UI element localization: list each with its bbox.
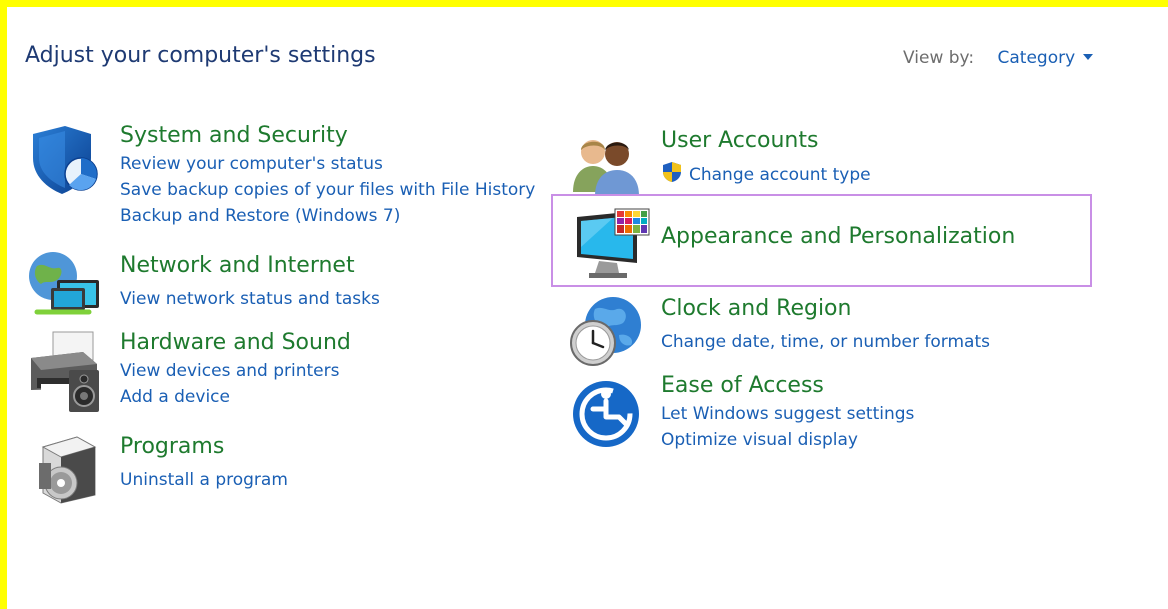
category-ease-of-access: Ease of Access Let Windows suggest setti… bbox=[661, 371, 914, 453]
category-system-security: System and Security Review your computer… bbox=[120, 121, 535, 229]
link-network-status[interactable]: View network status and tasks bbox=[120, 286, 380, 312]
link-backup-restore[interactable]: Backup and Restore (Windows 7) bbox=[120, 203, 535, 229]
link-devices-printers[interactable]: View devices and printers bbox=[120, 358, 351, 384]
category-programs: Programs Uninstall a program bbox=[120, 432, 288, 493]
ease-of-access-title[interactable]: Ease of Access bbox=[661, 371, 914, 401]
hardware-sound-title[interactable]: Hardware and Sound bbox=[120, 328, 351, 358]
link-date-time-formats[interactable]: Change date, time, or number formats bbox=[661, 329, 990, 355]
ease-of-access-icon[interactable] bbox=[571, 379, 641, 449]
link-review-status[interactable]: Review your computer's status bbox=[120, 151, 535, 177]
change-account-type-label[interactable]: Change account type bbox=[689, 165, 871, 185]
page-title: Adjust your computer's settings bbox=[25, 43, 376, 68]
link-suggest-settings[interactable]: Let Windows suggest settings bbox=[661, 401, 914, 427]
category-network-internet: Network and Internet View network status… bbox=[120, 251, 380, 312]
user-accounts-title[interactable]: User Accounts bbox=[661, 126, 871, 156]
programs-title[interactable]: Programs bbox=[120, 432, 288, 462]
clock-region-title[interactable]: Clock and Region bbox=[661, 294, 990, 324]
view-by-dropdown[interactable]: Category bbox=[998, 48, 1094, 68]
shield-icon[interactable] bbox=[29, 124, 101, 196]
link-file-history[interactable]: Save backup copies of your files with Fi… bbox=[120, 177, 535, 203]
users-icon[interactable] bbox=[571, 136, 641, 196]
clock-globe-icon[interactable] bbox=[569, 295, 645, 367]
category-appearance: Appearance and Personalization bbox=[661, 222, 1015, 252]
uac-shield-icon bbox=[663, 162, 681, 182]
view-by-value[interactable]: Category bbox=[998, 48, 1076, 68]
link-change-account-type[interactable]: Change account type bbox=[661, 161, 871, 188]
monitor-palette-icon[interactable] bbox=[573, 207, 653, 281]
programs-disc-icon[interactable] bbox=[37, 433, 101, 505]
link-uninstall-program[interactable]: Uninstall a program bbox=[120, 467, 288, 493]
dropdown-arrow-icon[interactable] bbox=[1083, 54, 1094, 60]
category-user-accounts: User Accounts Change account type bbox=[661, 126, 871, 188]
link-optimize-display[interactable]: Optimize visual display bbox=[661, 427, 914, 453]
link-add-device[interactable]: Add a device bbox=[120, 384, 351, 410]
system-security-title[interactable]: System and Security bbox=[120, 121, 535, 151]
appearance-title[interactable]: Appearance and Personalization bbox=[661, 222, 1015, 252]
category-clock-region: Clock and Region Change date, time, or n… bbox=[661, 294, 990, 355]
view-by-control: View by: Category bbox=[903, 48, 1094, 68]
view-by-label: View by: bbox=[903, 48, 975, 68]
control-panel-window: Adjust your computer's settings View by:… bbox=[7, 7, 1168, 609]
network-internet-title[interactable]: Network and Internet bbox=[120, 251, 380, 281]
network-globe-icon[interactable] bbox=[27, 250, 103, 320]
category-hardware-sound: Hardware and Sound View devices and prin… bbox=[120, 328, 351, 410]
printer-speaker-icon[interactable] bbox=[27, 330, 103, 412]
